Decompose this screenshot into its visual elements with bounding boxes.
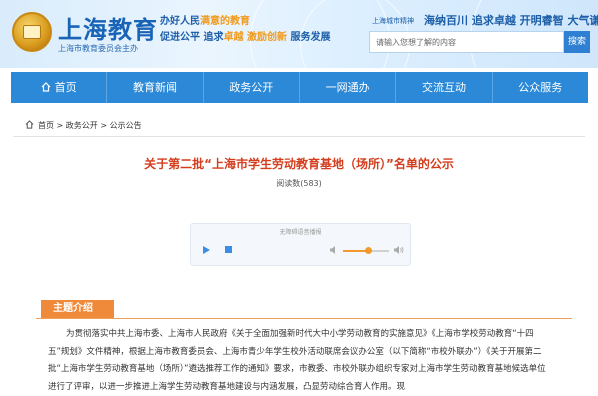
slogan-line-2: 促进公平 追求卓越 激励创新 服务发展 xyxy=(160,32,331,43)
nav-item-government-affairs[interactable]: 政务公开 xyxy=(204,72,300,103)
play-button[interactable] xyxy=(203,246,210,254)
nav-item-home[interactable]: 首页 xyxy=(11,72,108,103)
breadcrumb-government-affairs[interactable]: 政务公开 xyxy=(66,121,98,130)
home-icon xyxy=(41,82,51,92)
home-icon xyxy=(25,120,34,129)
volume-high-icon[interactable] xyxy=(394,246,404,254)
nav-item-interaction[interactable]: 交流互动 xyxy=(396,72,493,103)
nav-item-one-stop-service[interactable]: 一网通办 xyxy=(300,72,397,103)
nav-item-public-service[interactable]: 公众服务 xyxy=(493,72,588,103)
breadcrumb-home[interactable]: 首页 xyxy=(38,121,54,130)
logo-subtitle: 上海市教育委员会主办 xyxy=(58,44,138,53)
main-nav: 首页 教育新闻 政务公开 一网通办 交流互动 公众服务 xyxy=(11,72,588,103)
nav-item-education-news[interactable]: 教育新闻 xyxy=(107,72,204,103)
city-spirit-text: 海纳百川 追求卓越 开明睿智 大气谦和 xyxy=(424,14,598,27)
logo-emblem-icon[interactable] xyxy=(12,12,52,52)
audio-player: 无障碍语音播报 xyxy=(190,223,411,266)
city-spirit-label: 上海城市精神 xyxy=(372,17,414,25)
search-button[interactable]: 搜索 xyxy=(564,31,590,53)
logo-title[interactable]: 上海教育 xyxy=(58,10,158,45)
article-title: 关于第二批“上海市学生劳动教育基地（场所）”名单的公示 xyxy=(144,157,454,171)
divider xyxy=(13,136,585,137)
section-title: 主题介绍 xyxy=(41,300,114,318)
volume-low-icon[interactable] xyxy=(330,246,339,254)
slogan-line-1: 办好人民满意的教育 xyxy=(160,16,250,27)
article-body-paragraph: 为贯彻落实中共上海市委、上海市人民政府《关于全面加强新时代大中小学劳动教育的实施… xyxy=(48,329,546,392)
breadcrumb-announcements[interactable]: 公示公告 xyxy=(110,121,142,130)
search-input[interactable]: 请输入您想了解的内容 xyxy=(369,31,564,53)
breadcrumb: 首页 > 政务公开 > 公示公告 xyxy=(25,120,142,131)
breadcrumb-separator: > xyxy=(54,121,66,130)
stop-button[interactable] xyxy=(225,246,232,253)
audio-player-label: 无障碍语音播报 xyxy=(279,229,322,236)
read-count: 阅读数(583) xyxy=(276,179,322,188)
section-divider xyxy=(36,318,572,319)
breadcrumb-separator: > xyxy=(97,121,110,130)
